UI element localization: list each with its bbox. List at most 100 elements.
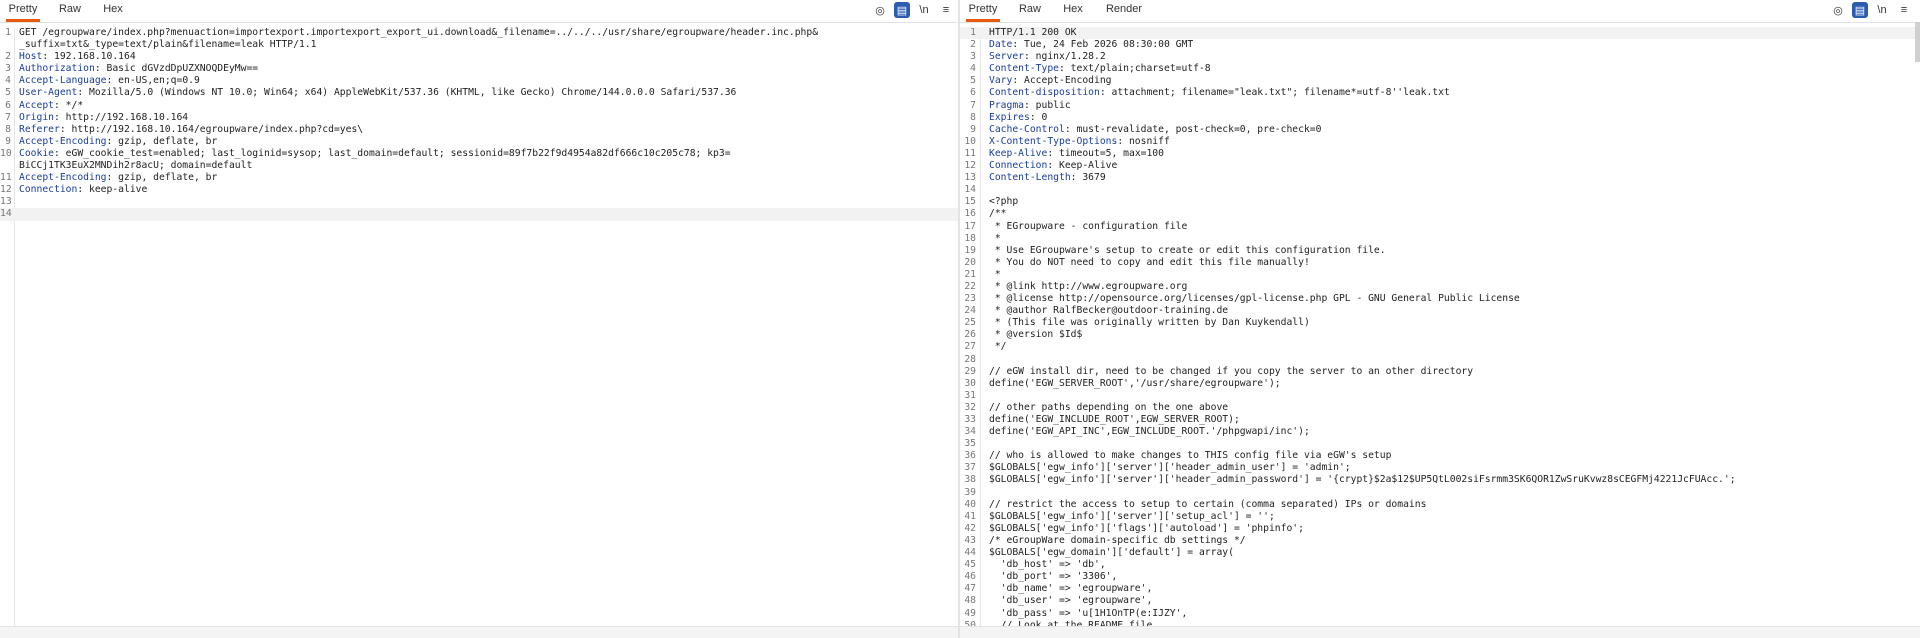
line-number: 24 bbox=[964, 305, 976, 317]
response-line: 43 /* eGroupWare domain-specific db setti… bbox=[960, 535, 1920, 547]
request-line: 4 Accept-Language: en-US,en;q=0.9 bbox=[0, 75, 958, 87]
line-number: 10 bbox=[0, 147, 12, 159]
eye-off-icon[interactable]: ◎ bbox=[1830, 2, 1846, 18]
line-number: 22 bbox=[964, 280, 976, 292]
line-number: 6 bbox=[5, 99, 11, 111]
line-number: 43 bbox=[964, 534, 976, 546]
line-number: 19 bbox=[964, 244, 976, 256]
line-number: 30 bbox=[964, 377, 976, 389]
line-number: 25 bbox=[964, 317, 976, 329]
line-number: 45 bbox=[964, 559, 976, 571]
line-text: Pragma: public bbox=[989, 99, 1071, 111]
line-number: 7 bbox=[5, 111, 11, 123]
wrap-icon[interactable]: ▤ bbox=[894, 2, 910, 18]
request-line: 8 Referer: http://192.168.10.164/egroupwa… bbox=[0, 124, 958, 136]
line-text: /* eGroupWare domain-specific db setting… bbox=[989, 534, 1246, 546]
response-line: 45 'db_host' => 'db', bbox=[960, 559, 1920, 571]
line-number: 27 bbox=[964, 341, 976, 353]
response-tab-raw[interactable]: Raw bbox=[1018, 0, 1042, 22]
newline-icon[interactable]: \n bbox=[916, 2, 932, 18]
line-text: Vary: Accept-Encoding bbox=[989, 75, 1112, 87]
request-editor[interactable]: 1 GET /egroupware/index.php?menuaction=im… bbox=[0, 27, 958, 626]
request-horizontal-scrollbar[interactable] bbox=[0, 626, 958, 638]
line-text: * @link http://www.egroupware.org bbox=[989, 280, 1188, 292]
response-tab-render[interactable]: Render bbox=[1104, 0, 1144, 22]
response-line: 40 // restrict the access to setup to cer… bbox=[960, 499, 1920, 511]
line-number: 13 bbox=[964, 172, 976, 184]
response-line: 47 'db_name' => 'egroupware', bbox=[960, 583, 1920, 595]
response-line: 1 HTTP/1.1 200 OK bbox=[960, 27, 1920, 40]
line-text: $GLOBALS['egw_info']['server']['header_a… bbox=[989, 462, 1351, 474]
line-number: 44 bbox=[964, 547, 976, 559]
line-text: // who is allowed to make changes to THI… bbox=[989, 450, 1392, 462]
line-number: 48 bbox=[964, 595, 976, 607]
response-line: 14 bbox=[960, 184, 1920, 196]
response-tab-hex[interactable]: Hex bbox=[1062, 0, 1084, 22]
wrap-icon[interactable]: ▤ bbox=[1852, 2, 1868, 18]
response-line: 34 define('EGW_API_INC',EGW_INCLUDE_ROOT.… bbox=[960, 426, 1920, 438]
line-text: * @license http://opensource.org/license… bbox=[989, 293, 1520, 305]
line-number: 4 bbox=[5, 75, 11, 87]
response-line: 36 // who is allowed to make changes to T… bbox=[960, 450, 1920, 462]
request-line: 5 User-Agent: Mozilla/5.0 (Windows NT 10.… bbox=[0, 87, 958, 99]
newline-icon[interactable]: \n bbox=[1874, 2, 1890, 18]
request-line: 12 Connection: keep-alive bbox=[0, 184, 958, 196]
line-number: 9 bbox=[5, 135, 11, 147]
response-line: 31 bbox=[960, 390, 1920, 402]
response-tab-pretty[interactable]: Pretty bbox=[966, 0, 1000, 22]
response-line: 44 $GLOBALS['egw_domain']['default'] = ar… bbox=[960, 547, 1920, 559]
response-line: 3 Server: nginx/1.28.2 bbox=[960, 51, 1920, 63]
request-line: 6 Accept: */* bbox=[0, 100, 958, 112]
line-text: $GLOBALS['egw_domain']['default'] = arra… bbox=[989, 547, 1234, 559]
line-text: Accept: */* bbox=[19, 99, 84, 111]
line-text: * Use EGroupware's setup to create or ed… bbox=[989, 244, 1386, 256]
line-text: */ bbox=[989, 341, 1007, 353]
line-text: Content-disposition: attachment; filenam… bbox=[989, 87, 1450, 99]
line-text: // restrict the access to setup to certa… bbox=[989, 498, 1427, 510]
response-line: 24 * @author RalfBecker@outdoor-training… bbox=[960, 305, 1920, 317]
menu-icon[interactable]: ≡ bbox=[1896, 2, 1912, 18]
line-number: 47 bbox=[964, 583, 976, 595]
response-editor[interactable]: 1 HTTP/1.1 200 OK 2 Date: Tue, 24 Feb 2026 … bbox=[960, 27, 1920, 626]
line-number: 3 bbox=[5, 63, 11, 75]
response-line: 12 Connection: Keep-Alive bbox=[960, 160, 1920, 172]
response-line: 27 */ bbox=[960, 341, 1920, 353]
request-tab-pretty[interactable]: Pretty bbox=[6, 0, 40, 22]
response-line: 28 bbox=[960, 354, 1920, 366]
response-toolbar: ◎ ▤ \n ≡ bbox=[1830, 0, 1912, 20]
line-text: 'db_name' => 'egroupware', bbox=[989, 583, 1153, 595]
line-number: 11 bbox=[964, 147, 976, 159]
line-number: 6 bbox=[970, 87, 976, 99]
line-text: define('EGW_INCLUDE_ROOT',EGW_SERVER_ROO… bbox=[989, 414, 1240, 425]
request-tab-hex[interactable]: Hex bbox=[102, 0, 124, 22]
line-number: 17 bbox=[964, 220, 976, 232]
line-text: Origin: http://192.168.10.164 bbox=[19, 111, 189, 123]
response-line: 16 /** bbox=[960, 208, 1920, 220]
request-line: 2 Host: 192.168.10.164 bbox=[0, 51, 958, 63]
request-tab-raw[interactable]: Raw bbox=[58, 0, 82, 22]
response-line: 20 * You do NOT need to copy and edit th… bbox=[960, 257, 1920, 269]
line-number: 5 bbox=[5, 87, 11, 99]
response-line: 42 $GLOBALS['egw_info']['flags']['autoloa… bbox=[960, 523, 1920, 535]
response-line: 5 Vary: Accept-Encoding bbox=[960, 75, 1920, 87]
line-text: Referer: http://192.168.10.164/egroupwar… bbox=[19, 123, 364, 135]
line-text: * @author RalfBecker@outdoor-training.de bbox=[989, 305, 1229, 317]
line-number: 7 bbox=[970, 99, 976, 111]
response-vertical-scrollbar[interactable] bbox=[1915, 22, 1920, 62]
line-text: * bbox=[989, 232, 1001, 244]
line-text: <?php bbox=[989, 196, 1019, 208]
line-text: Expires: 0 bbox=[989, 111, 1048, 123]
line-text: Keep-Alive: timeout=5, max=100 bbox=[989, 147, 1164, 159]
line-number: 49 bbox=[964, 607, 976, 619]
line-number: 41 bbox=[964, 510, 976, 522]
eye-off-icon[interactable]: ◎ bbox=[872, 2, 888, 18]
request-pane: Pretty Raw Hex ◎ ▤ \n ≡ 1 GET /egroupware… bbox=[0, 0, 958, 638]
response-horizontal-scrollbar[interactable] bbox=[960, 626, 1920, 638]
line-number: 1 bbox=[970, 27, 976, 38]
line-text: 'db_port' => '3306', bbox=[989, 571, 1118, 583]
line-number: 8 bbox=[5, 123, 11, 135]
line-text: Connection: Keep-Alive bbox=[989, 160, 1118, 172]
line-number: 4 bbox=[970, 63, 976, 75]
response-line: 18 * bbox=[960, 233, 1920, 245]
menu-icon[interactable]: ≡ bbox=[938, 2, 954, 18]
